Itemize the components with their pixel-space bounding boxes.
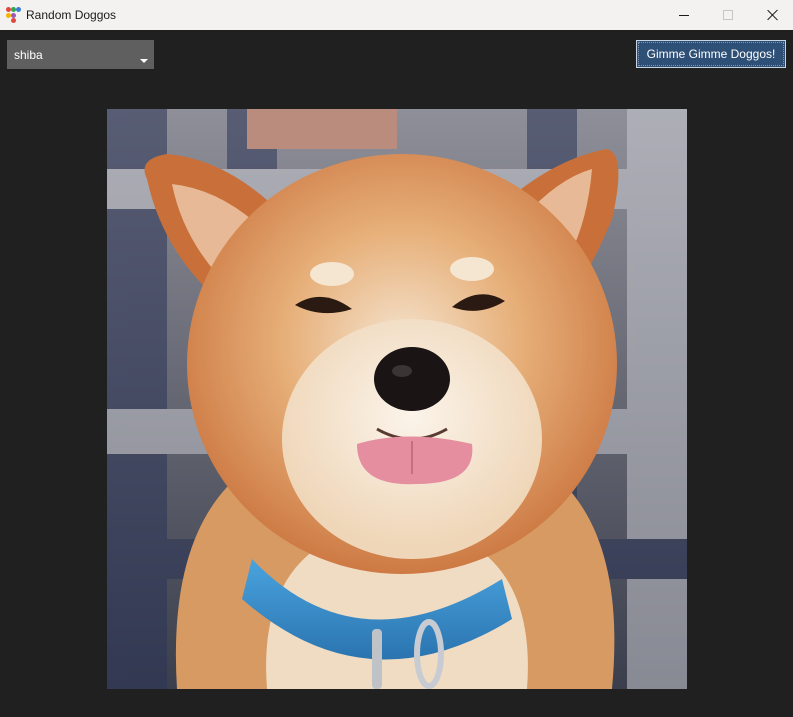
chevron-down-icon (140, 59, 148, 63)
breed-dropdown-value: shiba (14, 48, 43, 62)
window-title: Random Doggos (26, 8, 117, 22)
fetch-doggos-button[interactable]: Gimme Gimme Doggos! (636, 40, 786, 68)
title-bar: Random Doggos (0, 0, 793, 30)
dog-image (107, 109, 687, 689)
maximize-icon (723, 10, 733, 20)
app-icon (6, 7, 21, 23)
maximize-button[interactable] (705, 0, 751, 30)
close-button[interactable] (750, 0, 793, 30)
close-icon (767, 9, 779, 21)
breed-dropdown[interactable]: shiba (7, 40, 154, 69)
minimize-button[interactable] (661, 0, 707, 30)
minimize-icon (679, 14, 689, 16)
